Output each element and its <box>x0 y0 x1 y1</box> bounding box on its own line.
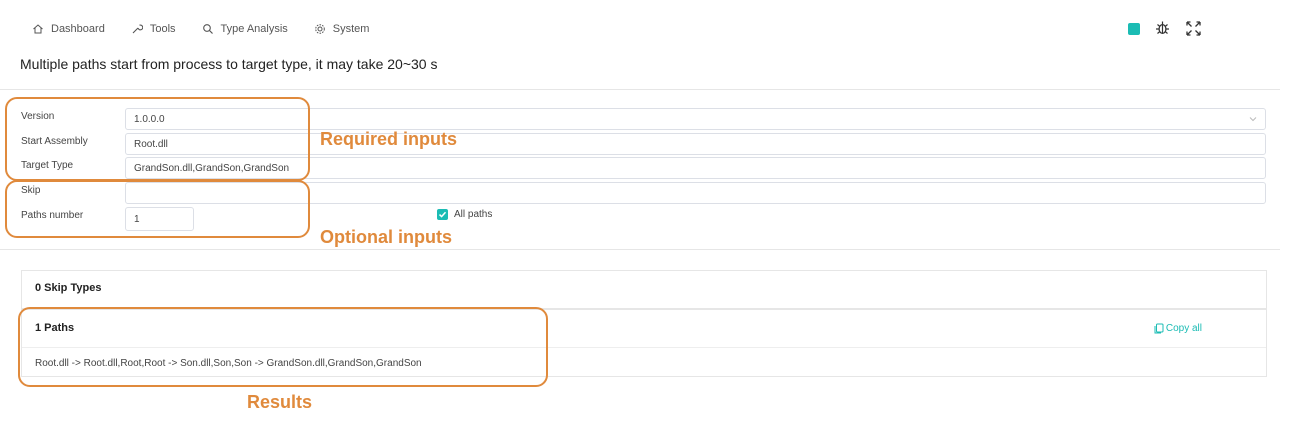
nav-label: System <box>332 23 370 35</box>
copy-all-button[interactable]: Copy all <box>1154 323 1202 334</box>
chevron-down-icon <box>1249 117 1257 122</box>
nav-label: Dashboard <box>51 23 105 35</box>
nav-label: Tools <box>149 23 176 35</box>
all-paths-checkbox[interactable]: All paths <box>437 209 492 220</box>
nav-item-tools[interactable]: Tools <box>131 23 176 35</box>
skip-types-panel: 0 Skip Types <box>21 270 1267 309</box>
wrench-icon <box>132 24 143 34</box>
nav-label: Type Analysis <box>220 23 288 35</box>
home-icon <box>33 24 43 34</box>
theme-color-icon[interactable] <box>1128 22 1140 35</box>
copy-icon <box>1154 323 1164 334</box>
gear-icon <box>314 24 325 34</box>
bug-icon[interactable] <box>1154 20 1171 37</box>
results-highlight <box>18 307 548 387</box>
fullscreen-icon[interactable] <box>1185 20 1202 37</box>
required-inputs-annotation: Required inputs <box>320 129 458 149</box>
results-annotation: Results <box>247 392 313 412</box>
divider <box>0 249 1280 250</box>
all-paths-label: All paths <box>454 209 493 220</box>
divider <box>0 89 1280 90</box>
nav-item-dashboard[interactable]: Dashboard <box>32 23 105 35</box>
page-title: Multiple paths start from process to tar… <box>20 56 438 72</box>
required-inputs-highlight <box>5 97 310 181</box>
nav-item-system[interactable]: System <box>314 23 370 35</box>
skip-types-title: 0 Skip Types <box>35 282 102 294</box>
optional-inputs-annotation: Optional inputs <box>320 227 452 247</box>
copy-all-label: Copy all <box>1165 323 1202 334</box>
search-icon <box>202 24 213 34</box>
checkbox-checked-icon <box>437 209 448 220</box>
top-nav: Dashboard Tools Type Analysis System <box>32 20 369 38</box>
nav-item-type-analysis[interactable]: Type Analysis <box>202 23 288 35</box>
optional-inputs-highlight <box>5 180 310 238</box>
top-right-tools <box>1128 20 1202 37</box>
